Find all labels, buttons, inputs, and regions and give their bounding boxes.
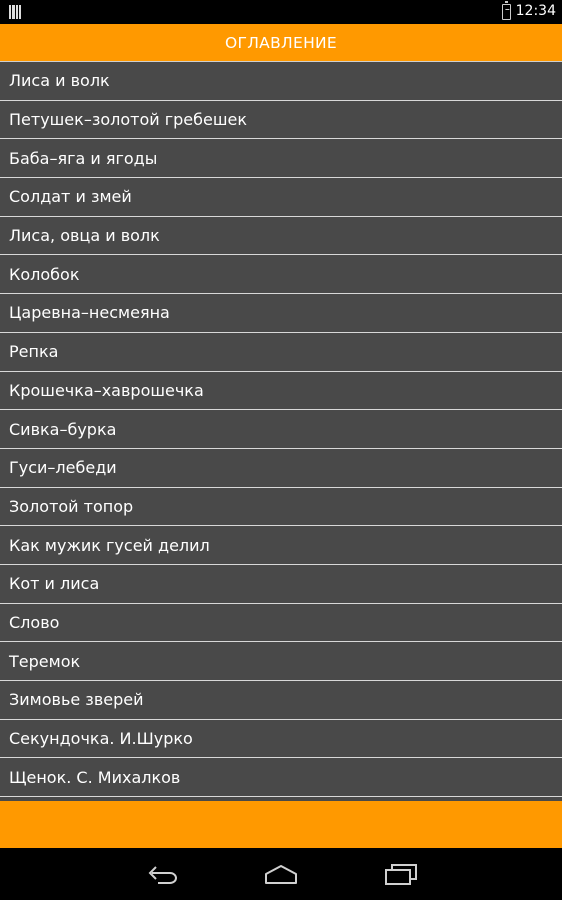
list-item-label: Петушек–золотой гребешек [9, 110, 247, 130]
back-icon [148, 866, 177, 884]
page-title: ОГЛАВЛЕНИЕ [224, 33, 338, 52]
list-item-label: Щенок. С. Михалков [9, 767, 181, 787]
list-item-label: Лиса, овца и волк [9, 226, 160, 246]
list-item[interactable]: Сивка–бурка [0, 410, 562, 449]
list-item-label: Колобок [9, 264, 80, 284]
home-button[interactable] [257, 860, 305, 888]
list-item[interactable]: Колобок [0, 255, 562, 295]
navigation-bar [0, 848, 562, 900]
list-item[interactable]: Золотой топор [0, 488, 562, 527]
list-item[interactable]: Как мужик гусей делил [0, 526, 562, 565]
list-item-label: Кот и лиса [9, 574, 100, 594]
list-item[interactable]: Баба–яга и ягоды [0, 139, 562, 179]
list-item[interactable]: Гуси–лебеди [0, 449, 562, 488]
list-item-label: Зимовье зверей [9, 690, 144, 710]
list-item[interactable]: Лиса и волк [0, 62, 562, 101]
recents-button[interactable] [377, 860, 425, 888]
status-clock: 12:34 [515, 3, 556, 19]
list-item[interactable]: Лиса, овца и волк [0, 217, 562, 256]
list-item-label: Крошечка–хаврошечка [9, 380, 204, 400]
list-item[interactable]: Крошечка–хаврошечка [0, 372, 562, 411]
barcode-icon [9, 5, 21, 19]
list-item-label: Баба–яга и ягоды [9, 148, 158, 168]
list-item-label: Репка [9, 342, 59, 362]
list-item-label: Сивка–бурка [9, 419, 117, 439]
list-item-label: Слово [9, 612, 60, 632]
list-item-label: Как мужик гусей делил [9, 535, 210, 555]
list-item[interactable]: Слово [0, 604, 562, 643]
list-item[interactable]: Зимовье зверей [0, 681, 562, 720]
status-bar: 12:34 [0, 0, 562, 24]
list-item-label: Теремок [9, 651, 81, 671]
list-item[interactable]: Теремок [0, 642, 562, 681]
list-item[interactable]: Секундочка. И.Шурко [0, 720, 562, 759]
footer-bar [0, 801, 562, 848]
home-icon [265, 865, 297, 884]
list-item[interactable]: Кот и лиса [0, 565, 562, 604]
back-button[interactable] [138, 860, 186, 888]
list-item-label: Солдат и змей [9, 187, 132, 207]
list-item[interactable]: Царевна–несмеяна [0, 294, 562, 333]
list-item-label: Гуси–лебеди [9, 458, 117, 478]
list-item-label: Царевна–несмеяна [9, 303, 170, 323]
toc-header: ОГЛАВЛЕНИЕ [0, 24, 562, 61]
list-item[interactable]: Петушек–золотой гребешек [0, 101, 562, 140]
list-item[interactable]: Репка [0, 333, 562, 372]
toc-list[interactable]: Лиса и волк Петушек–золотой гребешек Баба–… [0, 61, 562, 801]
list-item[interactable]: Щенок. С. Михалков [0, 758, 562, 798]
list-item[interactable]: Солдат и змей [0, 178, 562, 217]
recents-icon [385, 864, 417, 885]
battery-charging-icon [502, 1, 511, 20]
list-item-label: Лиса и волк [9, 71, 110, 91]
list-item-label: Секундочка. И.Шурко [9, 729, 193, 749]
list-item-label: Золотой топор [9, 496, 134, 516]
